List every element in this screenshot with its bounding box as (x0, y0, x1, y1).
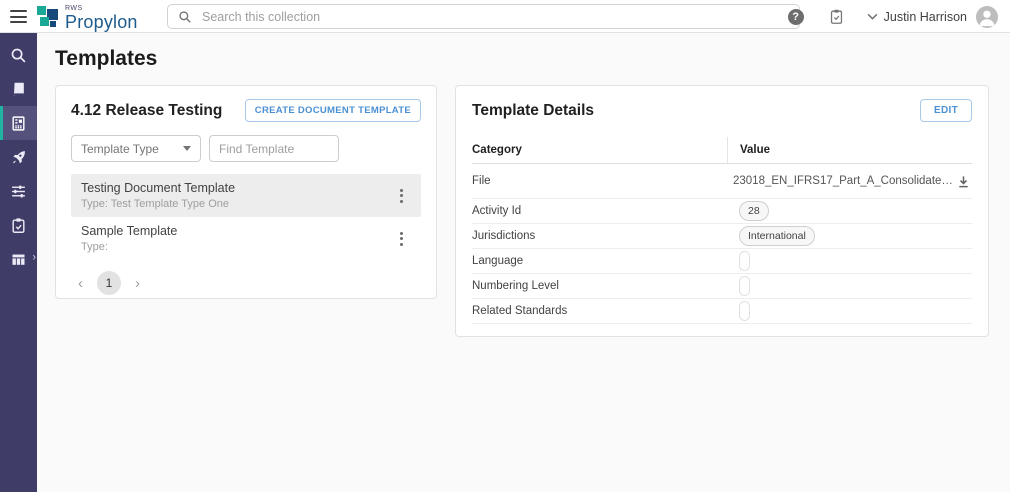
template-list-item[interactable]: Testing Document Template Type: Test Tem… (71, 174, 421, 217)
template-type-line: Type: Test Template Type One (81, 198, 235, 210)
column-header-value: Value (727, 137, 972, 163)
template-list-item[interactable]: Sample Template Type: (71, 217, 421, 260)
column-header-category: Category (472, 144, 727, 156)
hamburger-menu-icon[interactable] (10, 10, 27, 23)
sidebar-item-launch[interactable] (0, 140, 37, 174)
pagination-next-icon[interactable]: › (132, 274, 143, 293)
template-details-card: Template Details EDIT Category Value Fil… (455, 85, 989, 337)
template-type-select-value: Template Type (81, 142, 159, 156)
logo-rws-text: RWS (65, 5, 138, 12)
row-category: Related Standards (472, 305, 727, 317)
row-category: Numbering Level (472, 280, 727, 292)
help-icon[interactable]: ? (788, 9, 804, 25)
details-row-language: Language (472, 249, 972, 274)
logo-propylon-text: Propylon (65, 13, 138, 31)
download-icon[interactable] (955, 173, 972, 190)
row-category: Jurisdictions (472, 230, 727, 242)
create-document-template-button[interactable]: CREATE DOCUMENT TEMPLATE (245, 99, 421, 122)
kebab-menu-icon[interactable] (392, 228, 411, 250)
details-row-file: File 23018_EN_IFRS17_Part_A_Consolidated… (472, 164, 972, 199)
search-icon (178, 10, 192, 24)
sidebar-item-templates[interactable] (0, 106, 37, 140)
template-form-icon (10, 115, 27, 132)
details-table: Category Value File 23018_EN_IFRS17_Part… (472, 137, 972, 324)
details-row-jurisdictions: Jurisdictions International (472, 224, 972, 249)
avatar[interactable] (976, 6, 998, 28)
collection-templates-card: 4.12 Release Testing CREATE DOCUMENT TEM… (55, 85, 437, 299)
clipboard-check-icon[interactable] (828, 8, 845, 25)
kebab-menu-icon[interactable] (392, 185, 411, 207)
activity-id-chip: 28 (739, 201, 769, 221)
edit-button[interactable]: EDIT (920, 99, 972, 122)
page-title: Templates (55, 47, 157, 71)
jurisdiction-chip: International (739, 226, 815, 246)
user-menu[interactable]: Justin Harrison (867, 10, 967, 24)
details-header-row: Category Value (472, 137, 972, 164)
template-type-select[interactable]: Template Type (71, 135, 201, 162)
sidebar-item-settings[interactable] (0, 174, 37, 208)
sidebar-item-search[interactable] (0, 38, 37, 72)
details-title: Template Details (472, 102, 594, 120)
template-list: Testing Document Template Type: Test Tem… (71, 174, 421, 260)
sidebar-nav: › (0, 33, 37, 492)
search-input[interactable] (202, 10, 789, 24)
sidebar-item-library[interactable] (0, 72, 37, 106)
caret-down-icon (183, 146, 191, 151)
template-type-line: Type: (81, 241, 177, 253)
find-template-input[interactable] (209, 135, 339, 162)
details-row-numbering-level: Numbering Level (472, 274, 972, 299)
chevron-down-icon (867, 13, 878, 20)
table-columns-icon (10, 251, 27, 268)
sidebar-item-tasks[interactable] (0, 208, 37, 242)
pagination: ‹ 1 › (71, 271, 421, 295)
app-logo[interactable]: RWS Propylon (36, 3, 138, 31)
clipboard-check-icon (10, 217, 27, 234)
search-icon (10, 47, 27, 64)
details-row-activity-id: Activity Id 28 (472, 199, 972, 224)
main-content: Templates 4.12 Release Testing CREATE DO… (37, 33, 1010, 492)
pagination-prev-icon[interactable]: ‹ (75, 274, 86, 293)
propylon-pinwheel-icon (36, 3, 62, 30)
row-category: Activity Id (472, 205, 727, 217)
empty-chip (739, 301, 750, 321)
empty-chip (739, 276, 750, 296)
sidebar-item-collections[interactable]: › (0, 242, 37, 276)
template-name: Testing Document Template (81, 181, 235, 195)
template-name: Sample Template (81, 224, 177, 238)
file-name: 23018_EN_IFRS17_Part_A_Consolidated_July… (733, 175, 955, 187)
top-bar: RWS Propylon ? Justin Harrison (0, 0, 1010, 33)
row-category: Language (472, 255, 727, 267)
sidebar-expand-icon[interactable]: › (32, 253, 36, 264)
empty-chip (739, 251, 750, 271)
sliders-icon (10, 183, 27, 200)
user-name: Justin Harrison (884, 10, 967, 24)
pagination-page-1[interactable]: 1 (97, 271, 121, 295)
collection-search (167, 4, 800, 29)
details-row-related-standards: Related Standards (472, 299, 972, 324)
collection-title: 4.12 Release Testing (71, 102, 222, 120)
rocket-icon (10, 149, 27, 166)
row-category: File (472, 175, 721, 187)
book-icon (10, 81, 27, 98)
